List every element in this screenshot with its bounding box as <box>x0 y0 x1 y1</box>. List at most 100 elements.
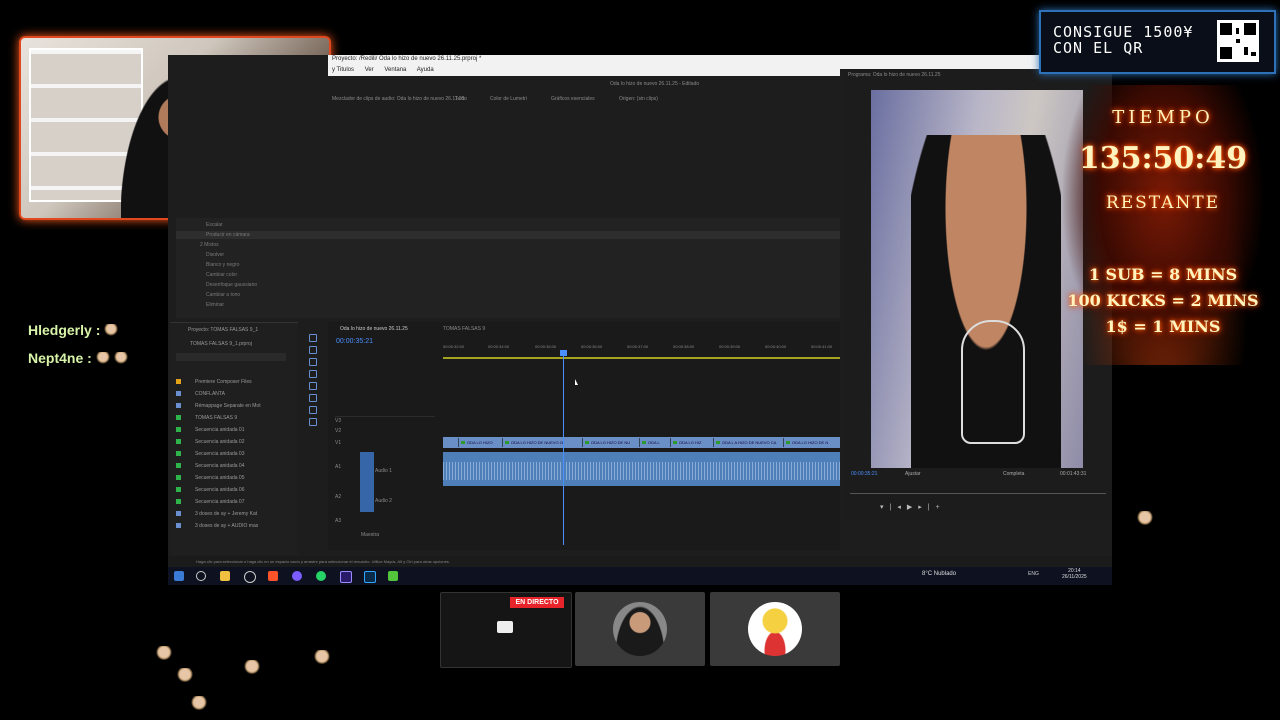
ruler-label: 00:00:40:00 <box>765 344 787 349</box>
track-label: V3 <box>335 418 342 424</box>
premiere-icon[interactable] <box>340 571 352 583</box>
project-item[interactable]: TOMAS FALSAS 9 <box>195 415 237 421</box>
ruler-label: 00:00:35:00 <box>535 344 557 349</box>
timeline-timecode[interactable]: 00:00:35:21 <box>336 338 373 345</box>
screen-share-icon <box>497 621 513 633</box>
track-label: V1 <box>335 440 342 446</box>
project-item[interactable]: 3 doses de ay + AUDIO mas <box>195 523 258 529</box>
play-icon[interactable]: ▶ <box>907 504 918 511</box>
menu-item[interactable]: Ventana <box>384 67 406 73</box>
floating-emote-icon <box>176 668 194 686</box>
step-back-icon[interactable]: |◂ <box>890 504 907 511</box>
type-tool-icon[interactable] <box>309 418 317 426</box>
fit-dropdown[interactable]: Ajustar <box>905 471 921 477</box>
whatsapp-icon[interactable] <box>316 571 326 581</box>
track-name: Audio 2 <box>375 498 392 504</box>
playhead-line[interactable] <box>563 350 564 545</box>
language-indicator[interactable]: ENG <box>1028 571 1039 577</box>
panel-tabs: Mezclador de clips de audio: Oda lo hizo… <box>328 96 840 106</box>
step-forward-icon[interactable]: ▸| <box>918 504 935 511</box>
project-item[interactable]: Secuencia anidada 04 <box>195 463 245 469</box>
project-item[interactable]: Secuencia anidada 02 <box>195 439 245 445</box>
tab-text[interactable]: Texto <box>455 96 467 102</box>
program-monitor-label[interactable]: Programa: Oda lo hizo de nuevo 26.11.25 <box>848 72 940 78</box>
timer-rule: 1$ = 1 MINS <box>1105 317 1221 336</box>
guest-video-2[interactable] <box>575 592 705 666</box>
video-clip[interactable]: ODA LO HIZ <box>670 438 719 447</box>
video-clip[interactable]: ODA LO HIZO DE NUEVO 26 <box>502 438 585 447</box>
ripple-edit-tool-icon[interactable] <box>309 358 317 366</box>
taskbar-clock[interactable]: 20:14 26/11/2025 <box>1062 568 1087 580</box>
effect-folder[interactable]: 2 Mixtos <box>200 242 219 248</box>
selection-tool-icon[interactable] <box>309 334 317 342</box>
timeline-tab-main[interactable]: Oda lo hizo de nuevo 26.11.25 <box>340 326 408 332</box>
project-item[interactable]: 3 doses de ay + Jeremy Kat <box>195 511 257 517</box>
project-item[interactable]: Secuencia anidada 07 <box>195 499 245 505</box>
add-icon[interactable]: + <box>936 504 946 511</box>
video-clip[interactable]: ODA LO HIZO DE NU <box>582 438 645 447</box>
video-clip[interactable]: ODA LO HIZO DE N <box>783 438 849 447</box>
discord-icon[interactable] <box>292 571 302 581</box>
program-scrubber[interactable] <box>850 493 1106 494</box>
settings-icon[interactable] <box>244 571 256 583</box>
search-icon[interactable] <box>196 571 206 581</box>
menu-item[interactable]: y Titulos <box>332 67 354 73</box>
video-track-v1[interactable]: ODA LO HIZO ODA LO HIZO DE NUEVO 26 ODA … <box>443 437 840 448</box>
sequence-icon <box>176 523 181 529</box>
quality-dropdown[interactable]: Completa <box>1003 471 1024 477</box>
audio-track-target[interactable] <box>360 452 374 512</box>
avatar <box>613 602 667 656</box>
project-item[interactable]: Secuencia anidada 01 <box>195 427 245 433</box>
project-item[interactable]: Premiere Composer Files <box>195 379 252 385</box>
project-item[interactable]: CONFLANTA <box>195 391 225 397</box>
guest-video-3[interactable] <box>710 592 840 666</box>
project-item[interactable]: Secuencia anidada 06 <box>195 487 245 493</box>
video-clip[interactable]: ODA L A HIZO DE NUEVO CA <box>713 438 790 447</box>
tab-audio-mixer[interactable]: Mezclador de clips de audio: Oda lo hizo… <box>332 96 465 102</box>
weather-widget[interactable]: 8°C Nublado <box>922 571 956 577</box>
effect-item[interactable]: Eliminar <box>206 302 224 308</box>
razor-tool-icon[interactable] <box>309 370 317 378</box>
effect-item[interactable]: Cambiar a tono <box>206 292 240 298</box>
menu-item[interactable]: Ayuda <box>417 67 434 73</box>
playhead-handle[interactable] <box>560 350 567 356</box>
timeline-tab-2[interactable]: TOMAS FALSAS 9 <box>443 326 485 332</box>
tab-essential-graphics[interactable]: Gráficos esenciales <box>551 96 595 102</box>
effect-item[interactable]: Disolver <box>206 252 224 258</box>
hand-tool-icon[interactable] <box>309 406 317 414</box>
clock-date: 26/11/2025 <box>1062 574 1087 580</box>
effect-item[interactable]: Desenfoque gaussiano <box>206 282 257 288</box>
brave-icon[interactable] <box>268 571 278 581</box>
track-select-tool-icon[interactable] <box>309 346 317 354</box>
project-search-input[interactable] <box>176 353 286 361</box>
timeline-ruler[interactable]: 00:00:32:00 00:00:34:00 00:00:35:00 00:0… <box>443 344 840 354</box>
effect-item[interactable]: Blanco y negro <box>206 262 239 268</box>
video-clip[interactable]: ODA L <box>639 438 672 447</box>
menu-item[interactable]: Ver <box>365 67 374 73</box>
project-item[interactable]: Secuencia anidada 05 <box>195 475 245 481</box>
project-item[interactable]: Rémappage Separate en Mot <box>195 403 261 409</box>
audio-waveform <box>443 462 840 480</box>
start-icon[interactable] <box>174 571 184 581</box>
window-title: Oda lo hizo de nuevo 26.11.25 - Editado <box>610 81 700 87</box>
effect-item[interactable]: Cambiar color <box>206 272 237 278</box>
mark-in-icon[interactable]: ▾ <box>880 504 890 511</box>
photoshop-icon[interactable] <box>364 571 376 583</box>
audio-track-a1[interactable] <box>443 452 840 486</box>
work-area-bar[interactable] <box>443 357 840 359</box>
ruler-label: 00:00:37:00 <box>627 344 649 349</box>
ruler-label: 00:00:34:00 <box>488 344 510 349</box>
app-icon[interactable] <box>388 571 398 581</box>
tab-lumetri[interactable]: Color de Lumetri <box>490 96 527 102</box>
program-timecode[interactable]: 00:00:35:21 <box>851 471 877 477</box>
slip-tool-icon[interactable] <box>309 382 317 390</box>
file-explorer-icon[interactable] <box>220 571 230 581</box>
project-tab[interactable]: Proyecto: TOMAS FALSAS 9_1 <box>188 327 258 333</box>
mouse-cursor-icon <box>575 379 578 385</box>
effect-item[interactable]: Producir en cámara <box>206 232 250 238</box>
effect-item[interactable]: Escalar <box>206 222 223 228</box>
pen-tool-icon[interactable] <box>309 394 317 402</box>
project-panel: Proyecto: TOMAS FALSAS 9_1 TOMAS FALSAS … <box>170 322 298 555</box>
project-item[interactable]: Secuencia anidada 03 <box>195 451 245 457</box>
tab-source[interactable]: Origen: (sin clips) <box>619 96 658 102</box>
